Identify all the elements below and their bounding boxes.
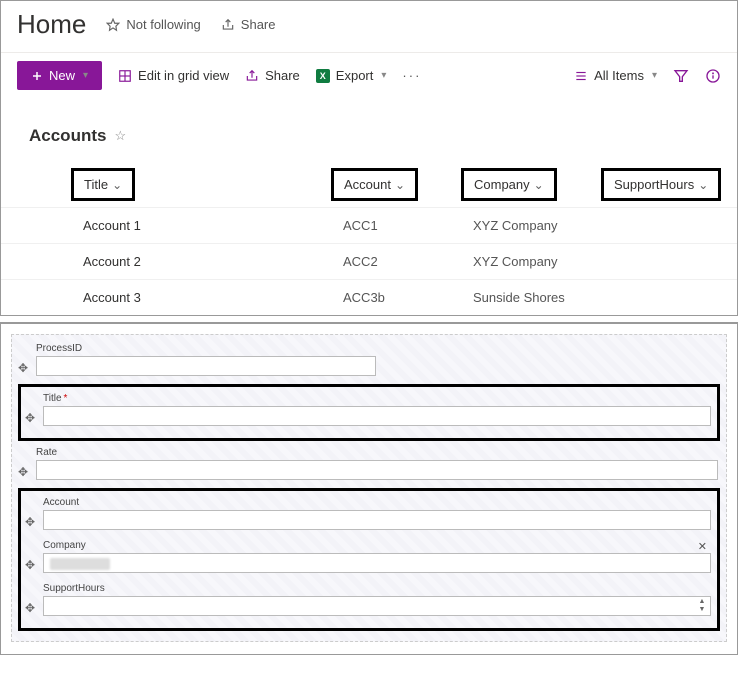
excel-icon: X (316, 69, 330, 83)
move-handle-icon[interactable]: ✥ (25, 515, 35, 529)
new-button[interactable]: New ▾ (17, 61, 102, 90)
spin-down-icon[interactable]: ▼ (695, 606, 709, 614)
move-handle-icon[interactable]: ✥ (25, 558, 35, 572)
chevron-down-icon: ⌄ (534, 178, 544, 192)
number-spinner[interactable]: ▲▼ (695, 596, 709, 616)
share-header-link[interactable]: Share (221, 17, 276, 32)
share-header-label: Share (241, 17, 276, 32)
field-label-support: SupportHours (43, 583, 711, 594)
title-input[interactable] (43, 406, 711, 426)
col-title-label: Title (84, 177, 108, 192)
cell-support (601, 216, 737, 236)
not-following-label: Not following (126, 17, 200, 32)
supporthours-input[interactable] (43, 596, 711, 616)
table-row[interactable]: Account 3 ACC3b Sunside Shores (1, 279, 737, 315)
clear-icon[interactable]: ✕ (698, 540, 707, 553)
plus-icon (31, 70, 43, 82)
move-handle-icon[interactable]: ✥ (25, 601, 35, 615)
move-handle-icon[interactable]: ✥ (18, 361, 28, 375)
field-label-title: Title* (43, 393, 711, 404)
column-header-title[interactable]: Title ⌄ (71, 168, 135, 201)
chevron-down-icon: ⌄ (395, 178, 405, 192)
chevron-down-icon: ⌄ (698, 178, 708, 192)
chevron-down-icon: ▾ (652, 70, 657, 81)
processid-input[interactable] (36, 356, 376, 376)
chevron-down-icon: ⌄ (112, 178, 122, 192)
col-account-label: Account (344, 177, 391, 192)
field-label-company: Company (43, 540, 711, 551)
favorite-star-icon[interactable]: ☆ (114, 128, 126, 144)
column-header-account[interactable]: Account ⌄ (331, 168, 418, 201)
export-label: Export (336, 68, 374, 83)
redacted-value (50, 558, 110, 570)
cell-title: Account 3 (71, 280, 331, 315)
export-button[interactable]: X Export ▾ (316, 68, 387, 83)
list-title: Accounts (29, 126, 106, 146)
move-handle-icon[interactable]: ✥ (25, 411, 35, 425)
cell-title: Account 1 (71, 208, 331, 243)
field-label-processid: ProcessID (36, 343, 718, 354)
share-label: Share (265, 68, 300, 83)
cell-account: ACC1 (331, 208, 461, 243)
move-handle-icon[interactable]: ✥ (18, 465, 28, 479)
cell-account: ACC2 (331, 244, 461, 279)
share-toolbar-button[interactable]: Share (245, 68, 300, 83)
cell-support (601, 252, 737, 272)
page-title: Home (17, 9, 86, 40)
filter-icon[interactable] (673, 68, 689, 84)
chevron-down-icon: ▾ (381, 70, 386, 81)
not-following-link[interactable]: Not following (106, 17, 200, 32)
star-outline-icon (106, 18, 120, 32)
col-support-label: SupportHours (614, 177, 694, 192)
account-input[interactable] (43, 510, 711, 530)
edit-grid-button[interactable]: Edit in grid view (118, 68, 229, 83)
cell-account: ACC3b (331, 280, 461, 315)
more-button[interactable]: ··· (402, 68, 421, 83)
grid-icon (118, 69, 132, 83)
company-input[interactable] (43, 553, 711, 573)
cell-title: Account 2 (71, 244, 331, 279)
cell-company: XYZ Company (461, 208, 601, 243)
col-company-label: Company (474, 177, 530, 192)
spin-up-icon[interactable]: ▲ (695, 598, 709, 606)
field-label-account: Account (43, 497, 711, 508)
cell-company: XYZ Company (461, 244, 601, 279)
edit-grid-label: Edit in grid view (138, 68, 229, 83)
table-row[interactable]: Account 1 ACC1 XYZ Company (1, 207, 737, 243)
cell-support (601, 288, 737, 308)
info-icon[interactable] (705, 68, 721, 84)
table-row[interactable]: Account 2 ACC2 XYZ Company (1, 243, 737, 279)
share-icon (245, 69, 259, 83)
column-header-company[interactable]: Company ⌄ (461, 168, 557, 201)
field-label-rate: Rate (36, 447, 718, 458)
chevron-down-icon: ▾ (83, 70, 88, 81)
share-icon (221, 18, 235, 32)
hamburger-icon (574, 69, 588, 83)
view-switcher[interactable]: All Items ▾ (574, 68, 657, 83)
new-label: New (49, 68, 75, 83)
view-label: All Items (594, 68, 644, 83)
cell-company: Sunside Shores (461, 280, 601, 315)
rate-input[interactable] (36, 460, 718, 480)
column-header-support[interactable]: SupportHours ⌄ (601, 168, 721, 201)
